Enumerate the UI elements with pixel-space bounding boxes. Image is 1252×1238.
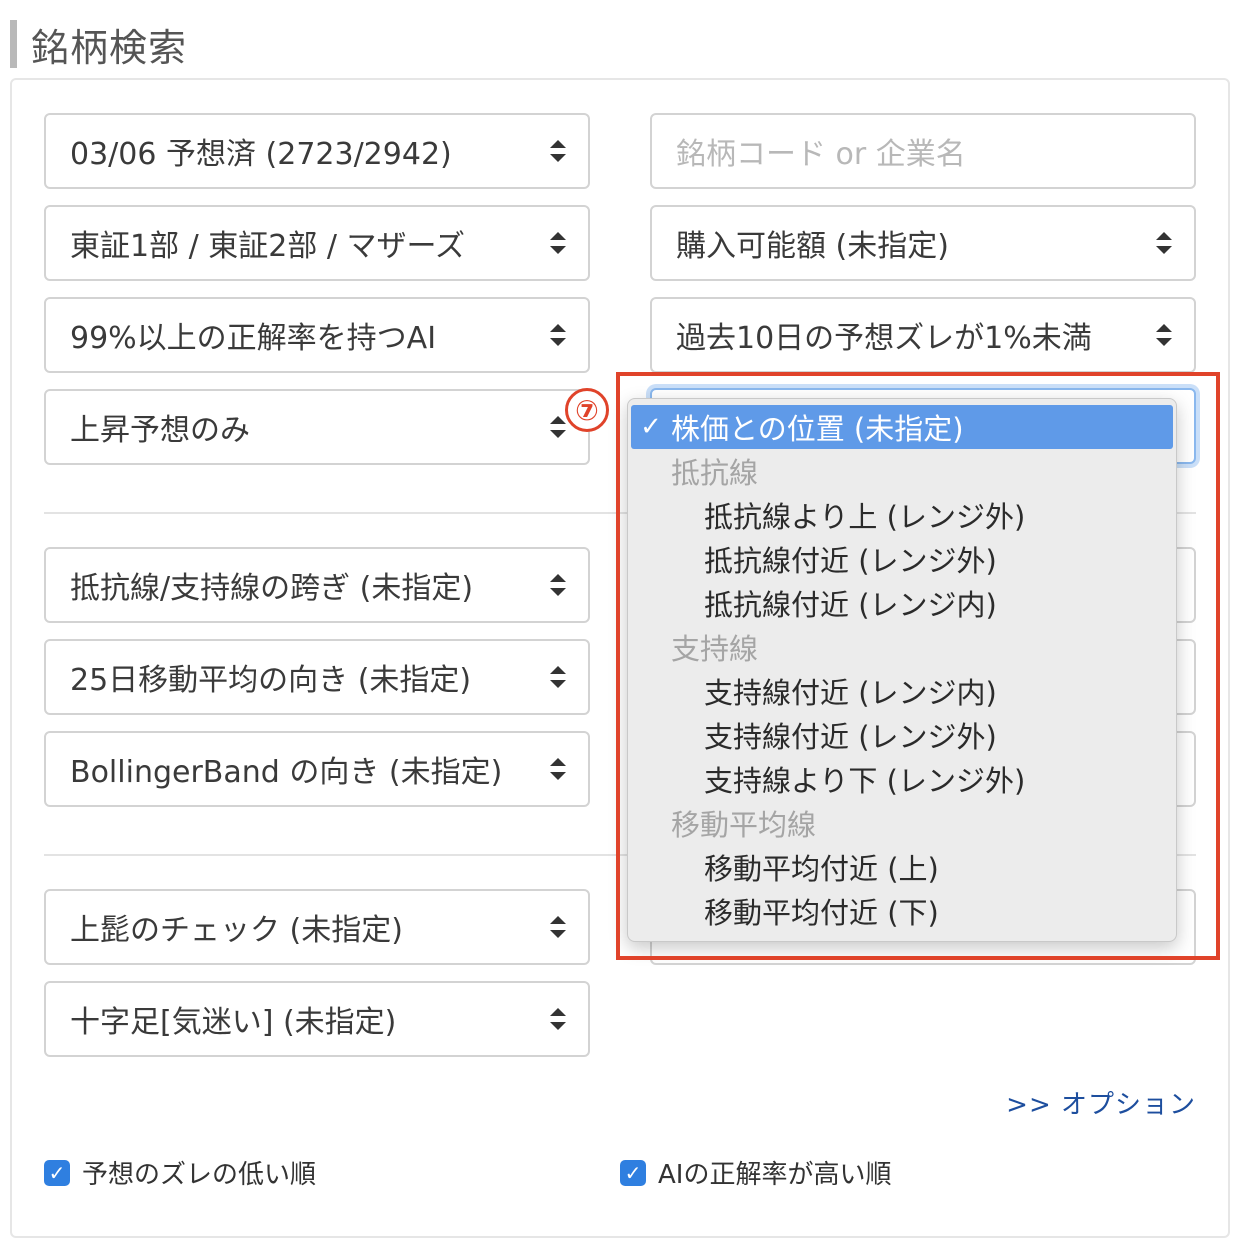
options-link[interactable]: >> オプション (1006, 1084, 1196, 1121)
doji-select-value: 十字足[気迷い] (未指定) (70, 1005, 397, 1040)
upper-wick-select-value: 上髭のチェック (未指定) (70, 913, 403, 948)
annotation-step-badge: ⑦ (565, 388, 609, 432)
line-cross-select-value: 抵抗線/支持線の跨ぎ (未指定) (70, 571, 474, 606)
prediction-date-select[interactable]: 03/06 予想済 (2723/2942) (44, 113, 590, 189)
sort-by-accuracy-checkbox[interactable]: ✓ AIの正解率が高い順 (620, 1154, 891, 1191)
select-arrows-icon (550, 1008, 566, 1030)
stock-search-placeholder: 銘柄コード or 企業名 (676, 137, 966, 172)
upper-wick-select[interactable]: 上髭のチェック (未指定) (44, 889, 590, 965)
select-arrows-icon (1156, 232, 1172, 254)
bollinger-direction-select[interactable]: BollingerBand の向き (未指定) (44, 731, 590, 807)
select-arrows-icon (1156, 324, 1172, 346)
checkbox-checked-icon[interactable]: ✓ (44, 1159, 70, 1186)
page-title: 銘柄検索 (31, 25, 188, 70)
prediction-date-select-value: 03/06 予想済 (2723/2942) (70, 137, 452, 172)
select-arrows-icon (550, 574, 566, 596)
page-heading: 銘柄検索 (10, 18, 187, 70)
checkbox-checked-icon[interactable]: ✓ (620, 1159, 646, 1186)
select-arrows-icon (550, 666, 566, 688)
budget-select-value: 購入可能額 (未指定) (676, 229, 949, 264)
budget-select[interactable]: 購入可能額 (未指定) (650, 205, 1196, 281)
ai-accuracy-select-value: 99%以上の正解率を持つAI (70, 321, 437, 356)
stock-search-input[interactable]: 銘柄コード or 企業名 (650, 113, 1196, 189)
direction-select[interactable]: 上昇予想のみ (44, 389, 590, 465)
ai-accuracy-select[interactable]: 99%以上の正解率を持つAI (44, 297, 590, 373)
line-cross-select[interactable]: 抵抗線/支持線の跨ぎ (未指定) (44, 547, 590, 623)
select-arrows-icon (550, 916, 566, 938)
bollinger-direction-select-value: BollingerBand の向き (未指定) (70, 755, 503, 790)
direction-select-value: 上昇予想のみ (70, 413, 250, 448)
ma25-direction-select[interactable]: 25日移動平均の向き (未指定) (44, 639, 590, 715)
select-arrows-icon (550, 232, 566, 254)
market-select[interactable]: 東証1部 / 東証2部 / マザーズ (44, 205, 590, 281)
doji-select[interactable]: 十字足[気迷い] (未指定) (44, 981, 590, 1057)
annotation-highlight-box (616, 372, 1220, 960)
deviation-select-value: 過去10日の予想ズレが1%未満 (676, 321, 1092, 356)
checkbox-label: AIの正解率が高い順 (658, 1160, 892, 1190)
select-arrows-icon (550, 416, 566, 438)
ma25-direction-select-value: 25日移動平均の向き (未指定) (70, 663, 472, 698)
select-arrows-icon (550, 758, 566, 780)
deviation-select[interactable]: 過去10日の予想ズレが1%未満 (650, 297, 1196, 373)
market-select-value: 東証1部 / 東証2部 / マザーズ (70, 229, 466, 264)
sort-by-deviation-checkbox[interactable]: ✓ 予想のズレの低い順 (44, 1154, 316, 1191)
select-arrows-icon (550, 140, 566, 162)
select-arrows-icon (550, 324, 566, 346)
heading-accent-bar (10, 20, 17, 68)
checkbox-label: 予想のズレの低い順 (82, 1160, 317, 1190)
